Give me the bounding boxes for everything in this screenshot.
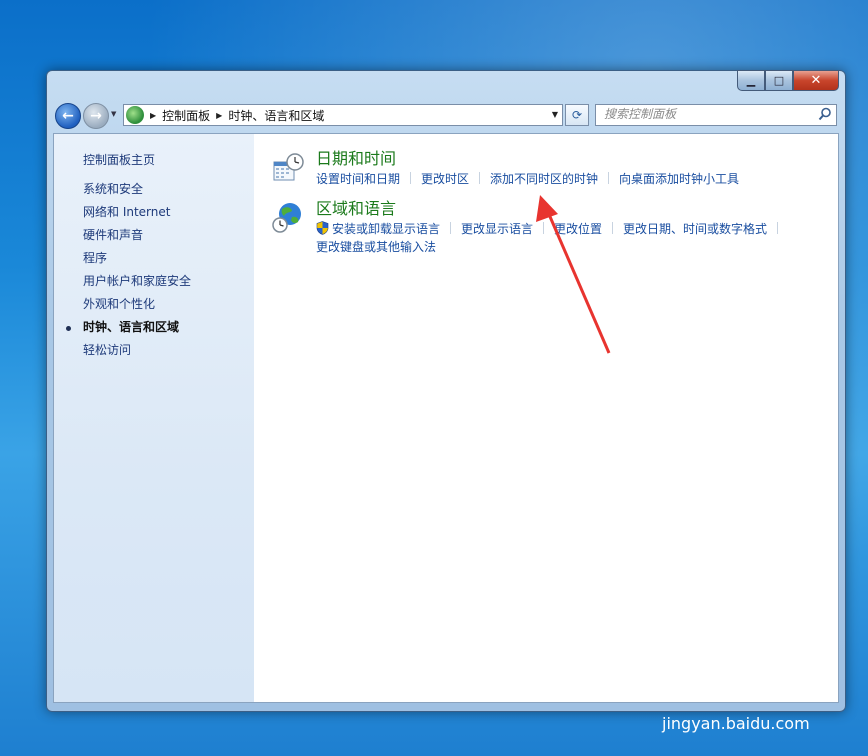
search-input[interactable] [596, 105, 814, 123]
back-button[interactable]: ← [55, 103, 81, 129]
control-panel-icon [126, 106, 144, 124]
link-divider [777, 222, 779, 234]
link-divider [608, 172, 610, 184]
navigation-bar: ← → ▼ ▶ 控制面板 ▶ 时钟、语言和区域 ▼ ⟳ [55, 101, 837, 129]
current-item-bullet-icon [66, 326, 71, 331]
link-change-display-language[interactable]: 更改显示语言 [461, 222, 533, 236]
link-change-date-time-number-format[interactable]: 更改日期、时间或数字格式 [623, 222, 767, 236]
sidebar-item-user-accounts[interactable]: 用户帐户和家庭安全 [83, 273, 191, 296]
close-button[interactable]: ✕ [793, 70, 839, 91]
search-icon[interactable] [818, 107, 832, 121]
link-install-uninstall-display-language[interactable]: 安装或卸载显示语言 [332, 222, 440, 236]
breadcrumb-control-panel[interactable]: 控制面板 [162, 107, 210, 124]
minimize-button[interactable]: ▁ [737, 70, 765, 91]
link-change-time-zone[interactable]: 更改时区 [421, 172, 469, 186]
uac-shield-icon [316, 221, 329, 235]
link-divider [543, 222, 545, 234]
forward-arrow-icon: → [90, 108, 102, 124]
maximize-button[interactable]: □ [765, 70, 793, 91]
link-add-clocks-different-zones[interactable]: 添加不同时区的时钟 [490, 172, 598, 186]
category-date-time: 日期和时间 设置时间和日期 更改时区 添加不同时区的时钟 向桌面添加时钟小工具 [272, 148, 832, 188]
link-add-clock-gadget[interactable]: 向桌面添加时钟小工具 [619, 172, 739, 186]
forward-button[interactable]: → [83, 103, 109, 129]
calendar-clock-icon[interactable] [272, 152, 304, 184]
link-divider [612, 222, 614, 234]
control-panel-window: ▁ □ ✕ ← → ▼ ▶ 控制面板 ▶ 时钟、语言和区域 ▼ ⟳ 控制面板主页 [46, 70, 846, 712]
sidebar-item-appearance[interactable]: 外观和个性化 [83, 296, 191, 319]
link-divider [479, 172, 481, 184]
sidebar-item-clock-language-region: 时钟、语言和区域 [66, 319, 191, 342]
category-title-region-language[interactable]: 区域和语言 [316, 198, 832, 220]
refresh-icon: ⟳ [571, 108, 583, 122]
address-dropdown-icon[interactable]: ▼ [552, 110, 558, 119]
globe-clock-icon[interactable] [272, 202, 304, 234]
sidebar-item-programs[interactable]: 程序 [83, 250, 191, 273]
main-content: 日期和时间 设置时间和日期 更改时区 添加不同时区的时钟 向桌面添加时钟小工具 区域和… [272, 148, 832, 256]
link-change-location[interactable]: 更改位置 [554, 222, 602, 236]
caption-buttons: ▁ □ ✕ [737, 70, 839, 91]
link-divider [450, 222, 452, 234]
link-set-time-date[interactable]: 设置时间和日期 [316, 172, 400, 186]
sidebar-item-ease-of-access[interactable]: 轻松访问 [83, 342, 191, 365]
search-box [595, 104, 837, 126]
breadcrumb-clock-language-region[interactable]: 时钟、语言和区域 [228, 107, 324, 124]
sidebar-home-link[interactable]: 控制面板主页 [83, 151, 155, 168]
back-arrow-icon: ← [62, 108, 74, 124]
link-divider [410, 172, 412, 184]
sidebar-item-hardware-sound[interactable]: 硬件和声音 [83, 227, 191, 250]
category-title-date-time[interactable]: 日期和时间 [316, 148, 832, 170]
category-links-region-language: 安装或卸载显示语言 更改显示语言 更改位置 更改日期、时间或数字格式 更改键盘或其他输… [316, 220, 832, 256]
category-region-language: 区域和语言 安装或卸载显示语言 更改显示语言 更改位置 更改日期、时间或数字格式 更改… [272, 198, 832, 256]
watermark-logo: Baidu经验 [668, 660, 832, 695]
sidebar-item-label: 时钟、语言和区域 [83, 320, 180, 334]
breadcrumb-separator-icon[interactable]: ▶ [150, 111, 156, 120]
baidu-watermark: Baidu经验 jingyan.baidu.com [662, 652, 832, 733]
watermark-url: jingyan.baidu.com [662, 714, 810, 733]
category-links-date-time: 设置时间和日期 更改时区 添加不同时区的时钟 向桌面添加时钟小工具 [316, 170, 832, 188]
breadcrumb-separator-icon[interactable]: ▶ [216, 111, 222, 120]
client-area: 控制面板主页 系统和安全 网络和 Internet 硬件和声音 程序 用户帐户和… [53, 133, 839, 703]
recent-pages-dropdown[interactable]: ▼ [111, 110, 119, 118]
sidebar-item-network-internet[interactable]: 网络和 Internet [83, 204, 191, 227]
sidebar: 控制面板主页 系统和安全 网络和 Internet 硬件和声音 程序 用户帐户和… [54, 134, 254, 702]
address-bar[interactable]: ▶ 控制面板 ▶ 时钟、语言和区域 ▼ [123, 104, 563, 126]
sidebar-item-system-security[interactable]: 系统和安全 [83, 181, 191, 204]
refresh-button[interactable]: ⟳ [565, 104, 589, 126]
sidebar-category-list: 系统和安全 网络和 Internet 硬件和声音 程序 用户帐户和家庭安全 外观… [66, 181, 191, 365]
link-change-keyboard-input-method[interactable]: 更改键盘或其他输入法 [316, 240, 436, 254]
